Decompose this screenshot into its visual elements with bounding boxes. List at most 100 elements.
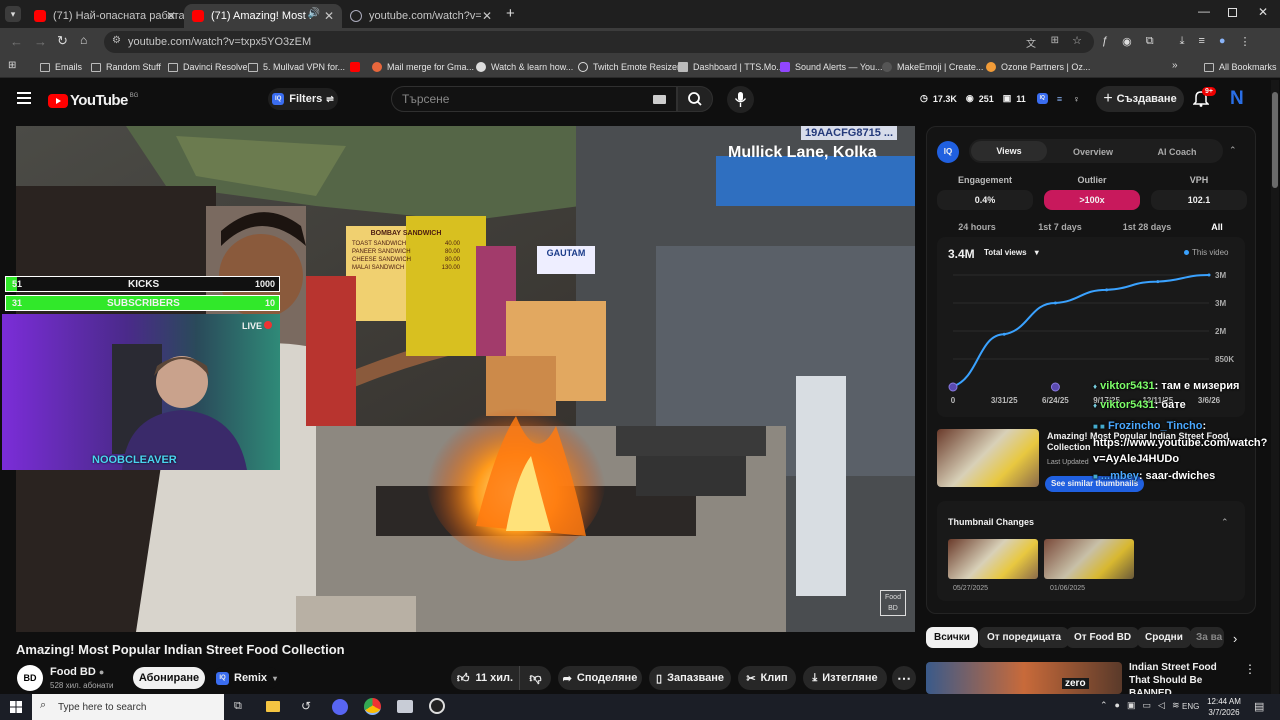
search-input[interactable]: Търсене [391,86,677,112]
chip-all[interactable]: Всички [926,627,978,648]
browser-menu-icon[interactable]: ⋮ [1240,35,1251,48]
mic-tray-icon[interactable]: ● [1115,700,1120,711]
bookmark-davinci[interactable]: Davinci Resolve [168,60,248,74]
thumbnail-change-1[interactable] [948,539,1038,579]
more-actions-button[interactable]: ⋯ [892,666,916,690]
browser-tab-3[interactable]: youtube.com/watch?v=AyAleJ4 ✕ [342,4,500,28]
apps-grid-icon[interactable]: ⊞ [8,60,16,71]
chevron-right-icon[interactable]: › [1233,631,1237,646]
notification-center-icon[interactable]: ▤ [1254,700,1264,713]
site-info-icon[interactable]: ⚙ [112,35,121,46]
dislike-button[interactable]: 👎︎ [519,666,551,690]
video-thumbnail[interactable] [937,429,1039,487]
lightbulb-icon[interactable]: ♀ [1073,94,1080,104]
bookmark-random-stuff[interactable]: Random Stuff [91,60,161,74]
filters-button[interactable]: IQ Filters ⇌ [268,88,338,110]
home-icon[interactable]: ⌂ [80,33,87,47]
forward-icon[interactable]: → [34,34,47,49]
tab-list-button[interactable]: ▾ [5,6,21,22]
range-7d[interactable]: 1st 7 days [1025,222,1095,232]
iq-icon[interactable]: IQ [1036,93,1048,104]
next-video-thumbnail[interactable]: zero [926,662,1122,694]
save-button[interactable]: ▯ Запазване [649,666,731,690]
new-tab-button[interactable]: + [506,5,515,22]
collapse-icon[interactable]: ⌃ [1221,517,1229,528]
guide-menu-icon[interactable] [17,92,31,104]
more-bookmarks-icon[interactable]: » [1172,60,1178,71]
task-view-icon[interactable]: ⧉ [234,700,242,713]
reading-list-icon[interactable]: ≡ [1198,35,1204,48]
profile-icon[interactable]: ● [1219,35,1226,48]
tab-ai-coach[interactable]: AI Coach [1139,147,1215,157]
font-extension-icon[interactable]: ƒ [1102,35,1108,48]
range-28d[interactable]: 1st 28 days [1111,222,1183,232]
scrollbar-thumb[interactable] [1272,92,1278,188]
tray-app-icon[interactable]: ▣ [1127,700,1136,711]
tray-chevron-icon[interactable]: ⌃ [1100,700,1108,711]
language-indicator[interactable]: ENG [1182,702,1199,711]
collapse-icon[interactable]: ⌃ [1229,145,1237,156]
wifi-icon[interactable]: ≋ [1172,700,1180,711]
account-avatar[interactable]: N [1230,88,1250,110]
bookmark-ozone[interactable]: Ozone Partners | Oz... [986,60,1090,74]
minimize-button[interactable]: — [1198,4,1210,18]
discord-icon[interactable] [332,699,348,715]
search-button[interactable] [677,86,713,112]
obs-icon[interactable] [429,698,445,714]
download-icon[interactable]: ⤓ [1180,35,1185,48]
bookmark-tts-dashboard[interactable]: Dashboard | TTS.Mo... [678,60,784,74]
bookmark-sound-alerts[interactable]: Sound Alerts — You... [780,60,883,74]
tab-views[interactable]: Views [971,141,1047,161]
extensions-puzzle-icon[interactable]: ⧉ [1146,35,1154,48]
channel-name[interactable]: Food BD ● [50,666,104,678]
range-all[interactable]: All [1199,222,1235,232]
address-bar[interactable]: ⚙ youtube.com/watch?v=txpx5YO3zEM 文 ⊞ ☆ [104,31,1094,53]
page-scrollbar[interactable] [1271,80,1279,694]
chip-related[interactable]: Сродни [1137,627,1191,648]
share-button[interactable]: ➦ Споделяне [558,666,642,690]
create-button[interactable]: + Създаване [1096,86,1184,112]
bookmark-emails[interactable]: Emails [40,60,82,74]
app-window-icon[interactable] [397,700,413,713]
remix-button[interactable]: IQ Remix ▾ [212,667,280,689]
windows-start-icon[interactable] [10,701,22,713]
app-icon[interactable]: ↺ [301,699,311,713]
bookmark-mullvad[interactable]: 5. Mullvad VPN for... [248,60,345,74]
bookmark-star-icon[interactable]: ☆ [1072,34,1082,47]
tab-overview[interactable]: Overview [1055,147,1131,157]
list-icon[interactable]: ≡ [1057,94,1062,104]
install-icon[interactable]: ⊞ [1051,35,1059,46]
next-video-menu-icon[interactable]: ⋮ [1244,662,1256,676]
volume-icon[interactable]: ◁ [1158,700,1165,711]
thumbnail-change-2[interactable] [1044,539,1134,579]
bookmark-youtube[interactable] [350,60,365,74]
like-button[interactable]: 👍︎ 11 хил. [451,666,519,690]
bookmark-watch-learn[interactable]: Watch & learn how... [476,60,573,74]
clip-button[interactable]: ✂ Клип [738,666,796,690]
browser-tab-1[interactable]: (71) Най-опасната работа във ✕ [26,4,184,28]
speaker-icon[interactable]: 🔊 [308,8,320,19]
chip-series[interactable]: От поредицата [979,627,1070,648]
restore-button[interactable] [1228,8,1237,17]
close-tab-icon[interactable]: ✕ [482,9,492,23]
voice-search-button[interactable] [727,86,754,113]
network-icon[interactable]: ▭ [1143,700,1152,711]
back-icon[interactable]: ← [10,34,23,49]
youtube-logo[interactable]: YouTube BG [48,92,138,109]
keyboard-icon[interactable] [653,95,666,104]
browser-tab-2[interactable]: (71) Amazing! Most Popular 🔊 ✕ [184,4,342,28]
bookmark-twitch-emote[interactable]: Twitch Emote Resizer [578,60,680,74]
translate-icon[interactable]: 文 [1026,35,1036,50]
close-window-button[interactable]: ✕ [1258,5,1268,19]
all-bookmarks[interactable]: All Bookmarks [1204,60,1277,74]
chrome-icon[interactable] [364,698,381,715]
chip-for-you[interactable]: За ва [1190,627,1224,648]
clock[interactable]: 12:44 AM 3/7/2026 [1206,696,1242,718]
bookmark-makeemoji[interactable]: MakeEmoji | Create... [882,60,983,74]
channel-avatar[interactable]: BD [17,665,43,691]
range-24h[interactable]: 24 hours [945,222,1009,232]
bookmark-mail-merge[interactable]: Mail merge for Gma... [372,60,474,74]
reload-icon[interactable]: ↻ [57,33,68,49]
download-button[interactable]: ⤓ Изтегляне [803,666,887,690]
close-tab-icon[interactable]: ✕ [166,9,176,23]
